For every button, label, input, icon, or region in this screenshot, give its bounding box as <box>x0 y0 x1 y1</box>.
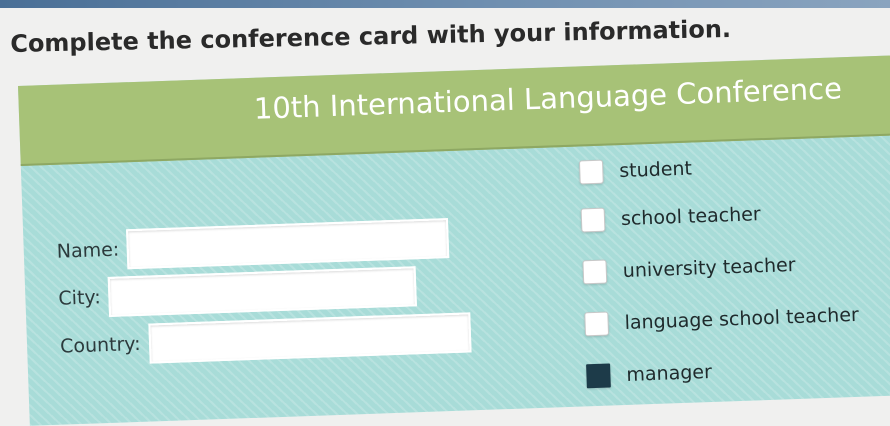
top-border-strip <box>0 0 890 8</box>
city-field-row: City: <box>58 266 418 318</box>
city-input[interactable] <box>107 266 418 317</box>
option-language-school-teacher[interactable]: language school teacher <box>584 303 859 337</box>
city-label: City: <box>58 286 102 310</box>
conference-card: 10th International Language Conference s… <box>18 54 890 426</box>
instruction-text: Complete the conference card with your i… <box>10 14 732 58</box>
option-label: school teacher <box>620 203 762 231</box>
checkbox[interactable] <box>584 311 610 337</box>
name-label: Name: <box>56 238 120 263</box>
option-label: language school teacher <box>624 303 860 334</box>
checkbox-checked[interactable] <box>586 363 611 389</box>
name-input[interactable] <box>126 218 450 270</box>
option-label: manager <box>626 360 713 386</box>
checkbox[interactable] <box>580 207 606 233</box>
option-label: student <box>618 157 693 183</box>
country-label: Country: <box>59 332 141 358</box>
option-university-teacher[interactable]: university teacher <box>582 253 796 285</box>
country-field-row: Country: <box>59 312 472 366</box>
option-school-teacher[interactable]: school teacher <box>580 202 762 233</box>
option-label: university teacher <box>622 253 796 282</box>
checkbox[interactable] <box>578 159 604 185</box>
option-manager[interactable]: manager <box>586 360 713 389</box>
country-input[interactable] <box>147 312 472 364</box>
card-title: 10th International Language Conference <box>253 71 843 126</box>
option-student[interactable]: student <box>578 157 693 185</box>
card-header: 10th International Language Conference <box>18 54 890 166</box>
name-field-row: Name: <box>56 218 450 272</box>
checkbox[interactable] <box>582 259 608 285</box>
